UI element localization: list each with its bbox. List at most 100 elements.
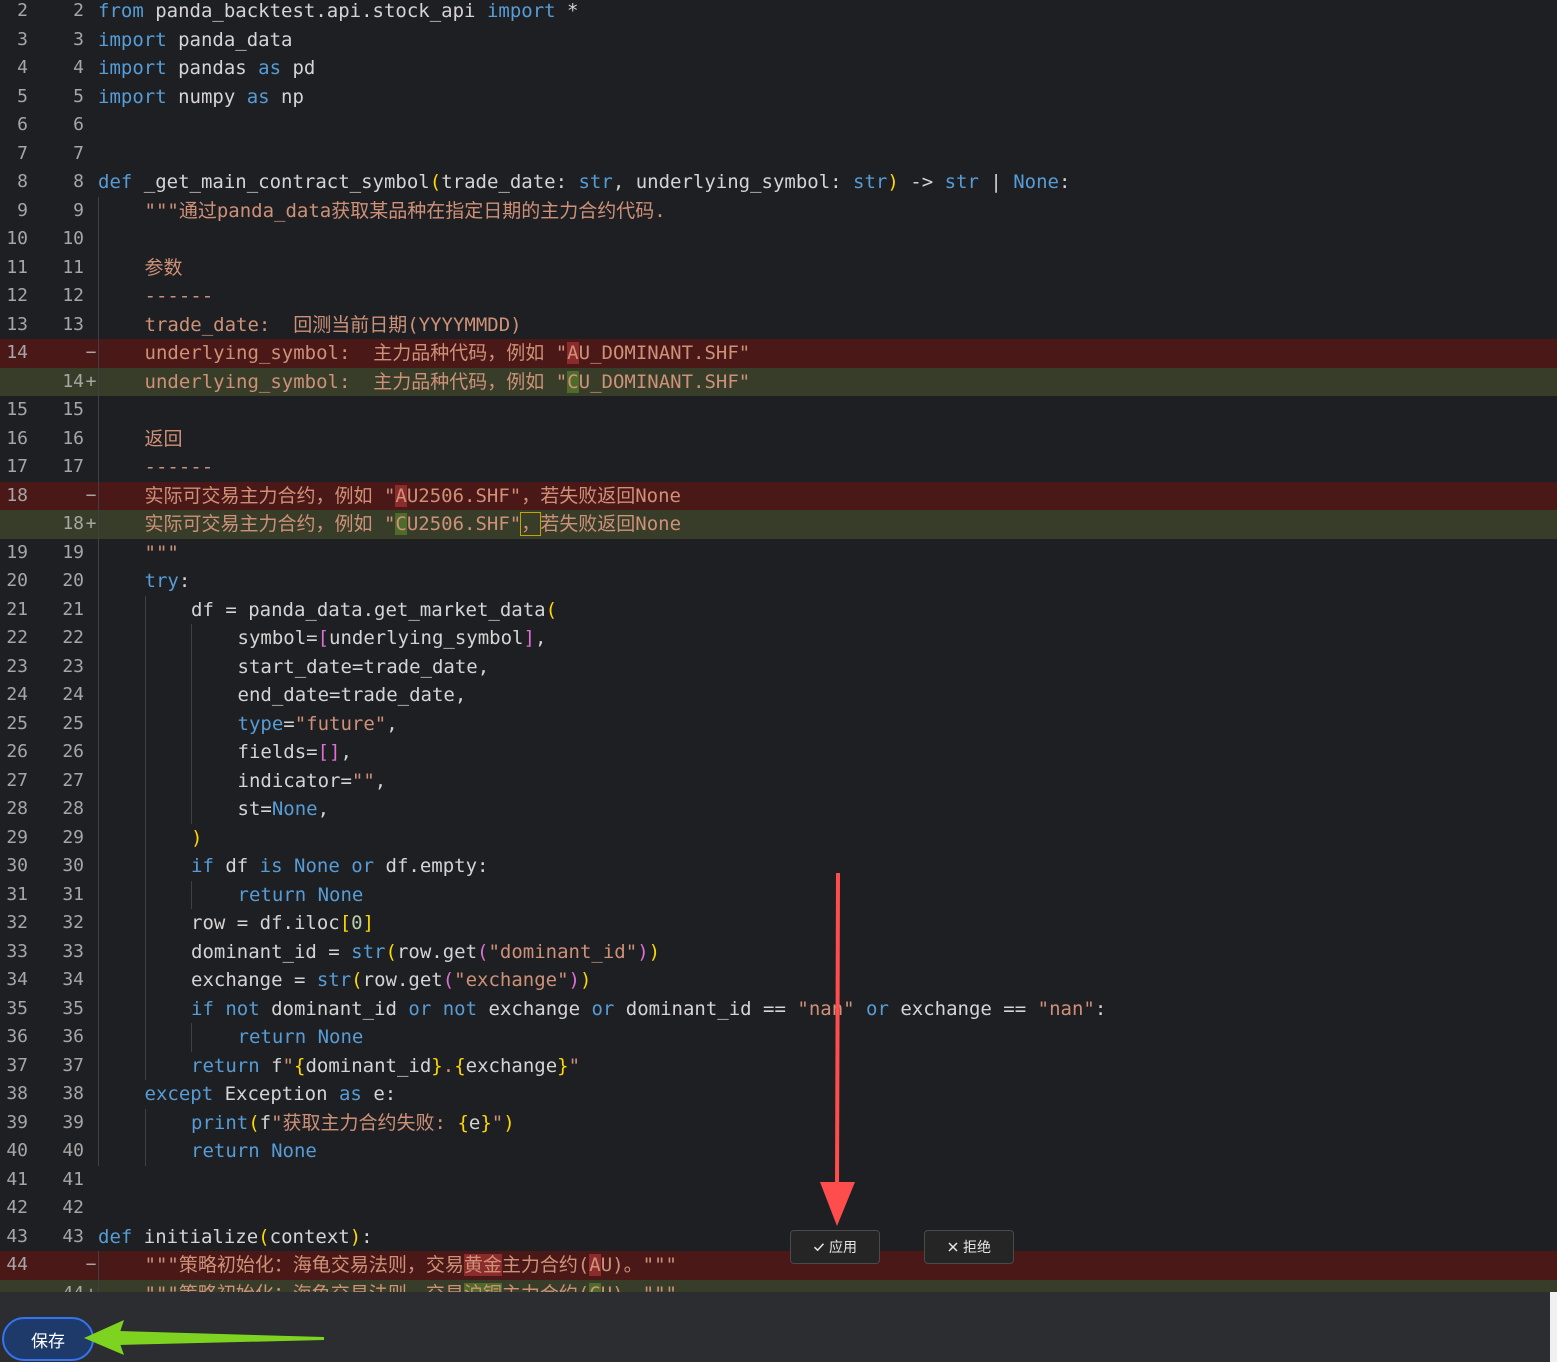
code-token: ) [580, 969, 592, 991]
code-line[interactable]: 13 13 trade_date: 回测当前日期(YYYYMMDD) [0, 310, 1557, 339]
diff-added-line[interactable]: 18 + 实际可交易主力合约，例如 "CU2506.SHF"，若失败返回None [0, 510, 1557, 539]
code-line[interactable]: 41 41 [0, 1166, 1557, 1195]
new-line-number: 28 [62, 798, 84, 819]
code-line[interactable]: 39 39 print(f"获取主力合约失败: {e}") [0, 1108, 1557, 1138]
new-line-number: 24 [62, 684, 84, 705]
new-line-number: 30 [62, 855, 84, 876]
code-token: 沪铜 [463, 1282, 502, 1292]
indent-guide [191, 766, 192, 795]
old-line-number: 44 [6, 1254, 28, 1275]
code-line[interactable]: 2 2 from panda_backtest.api.stock_api impo… [0, 0, 1557, 26]
code-token: * [555, 0, 579, 22]
code-token: st= [237, 798, 272, 820]
diff-marker [84, 1109, 98, 1138]
indent-guide [98, 567, 99, 596]
old-line-number: 25 [6, 712, 28, 734]
code-line[interactable]: 5 5 import numpy as np [0, 83, 1557, 112]
save-button[interactable]: 保存 [2, 1317, 94, 1361]
code-line[interactable]: 9 9 """通过panda_data获取某品种在指定日期的主力合约代码. [0, 196, 1557, 225]
diff-deleted-line[interactable]: 44 − """策略初始化：海龟交易法则，交易黄金主力合约(AU)。""" [0, 1251, 1557, 1280]
code-line[interactable]: 26 26 fields=[], [0, 738, 1557, 767]
code-line[interactable]: 33 33 dominant_id = str(row.get("dominant_… [0, 937, 1557, 966]
code-line[interactable]: 19 19 """ [0, 538, 1557, 567]
code-text: start_date=trade_date, [238, 653, 490, 682]
code-line[interactable]: 31 31 return None [0, 880, 1557, 910]
code-token: None [271, 798, 318, 820]
code-line[interactable]: 40 40 return None [0, 1137, 1557, 1166]
diff-marker [84, 453, 98, 482]
diff-marker [84, 254, 98, 283]
diff-deleted-line[interactable]: 14 − underlying_symbol: 主力品种代码，例如 "AU_DOMI… [0, 339, 1557, 368]
indent-guide [98, 852, 99, 881]
code-line[interactable]: 38 38 except Exception as e: [0, 1080, 1557, 1109]
new-line-number: 22 [62, 627, 84, 648]
new-line-number: 21 [62, 598, 84, 620]
code-line[interactable]: 17 17 ------ [0, 453, 1557, 482]
code-line[interactable]: 12 12 ------ [0, 282, 1557, 311]
code-token: not [225, 997, 260, 1020]
diff-added-line[interactable]: 44+ """策略初始化：海龟交易法则，交易沪铜主力合约(CU)。""" [0, 1279, 1557, 1293]
code-token: ( [442, 969, 455, 991]
code-line[interactable]: 25 25 type="future", [0, 709, 1557, 738]
code-line[interactable]: 20 20 try: [0, 567, 1557, 596]
code-text: """策略初始化：海龟交易法则，交易沪铜主力合约(CU)。""" [145, 1280, 677, 1293]
code-token: f [259, 1111, 272, 1134]
code-text: 参数 [145, 254, 183, 283]
code-line[interactable]: 24 24 end_date=trade_date, [0, 681, 1557, 710]
code-line[interactable]: 27 27 indicator="", [0, 766, 1557, 795]
code-line[interactable]: 4 4 import pandas as pd [0, 54, 1557, 83]
code-line[interactable]: 32 32 row = df.iloc[0] [0, 909, 1557, 938]
code-token: as [246, 85, 270, 108]
old-line-number: 34 [6, 969, 28, 990]
indent-guide [98, 1108, 99, 1137]
code-line[interactable]: 36 36 return None [0, 1023, 1557, 1052]
code-line[interactable]: 22 22 symbol=[underlying_symbol], [0, 624, 1557, 653]
old-line-number: 41 [6, 1168, 28, 1190]
diff-added-line[interactable]: 14 + underlying_symbol: 主力品种代码，例如 "CU_DOMI… [0, 367, 1557, 396]
code-line[interactable]: 66 [0, 111, 1557, 140]
code-line[interactable]: 34 34 exchange = str(row.get("exchange")) [0, 966, 1557, 995]
code-line[interactable]: 28 28 st=None, [0, 795, 1557, 824]
code-line[interactable]: 8 8 def _get_main_contract_symbol(trade_da… [0, 168, 1557, 197]
code-line[interactable]: 37 37 return f"{dominant_id}.{exchange}" [0, 1051, 1557, 1080]
old-line-number: 3 [17, 28, 28, 50]
code-text: import numpy as np [98, 83, 304, 112]
code-token: np [269, 85, 304, 108]
code-line[interactable]: 23 23 start_date=trade_date, [0, 652, 1557, 682]
code-token: indicator= [237, 769, 352, 792]
code-line[interactable]: 35 35 if not dominant_id or not exchange o… [0, 994, 1557, 1023]
code-line[interactable]: 42 42 [0, 1194, 1557, 1223]
code-line[interactable]: 15 15 [0, 396, 1557, 425]
code-diff-editor[interactable]: 2 2 from panda_backtest.api.stock_api impo… [0, 0, 1557, 1292]
code-text: underlying_symbol: 主力品种代码，例如 "AU_DOMINAN… [145, 339, 750, 368]
code-line[interactable]: 10 10 [0, 225, 1557, 254]
new-line-number [40, 1251, 84, 1280]
code-line[interactable]: 16 16 返回 [0, 424, 1557, 453]
code-line[interactable]: 77 [0, 140, 1557, 169]
code-line[interactable]: 11 11 参数 [0, 253, 1557, 283]
apply-button[interactable]: 应用 [790, 1230, 880, 1264]
code-line[interactable]: 43 43 def initialize(context): [0, 1223, 1557, 1252]
code-line[interactable]: 30 30 if df is None or df.empty: [0, 852, 1557, 881]
code-token: 0 [351, 912, 363, 934]
diff-deleted-line[interactable]: 18 − 实际可交易主力合约，例如 "AU2506.SHF"，若失败返回None [0, 481, 1557, 510]
close-icon [948, 1242, 958, 1252]
code-token: context [269, 1225, 350, 1248]
new-line-number: 31 [62, 883, 84, 905]
code-token: try [144, 570, 179, 592]
code-token: { [457, 1111, 469, 1134]
indent-guide [98, 253, 99, 282]
code-line[interactable]: 3 3 import panda_data [0, 26, 1557, 55]
code-line[interactable]: 21 21 df = panda_data.get_market_data( [0, 595, 1557, 624]
old-line-number: 14 [6, 342, 28, 363]
old-line-number: 42 [6, 1197, 28, 1218]
new-line-number: 38 [62, 1083, 84, 1104]
code-line[interactable]: 29 29) [0, 823, 1557, 852]
code-token: 主力合约( [502, 1283, 589, 1293]
reject-button[interactable]: 拒绝 [924, 1230, 1014, 1264]
diff-marker [84, 881, 98, 910]
old-line-number: 37 [6, 1054, 28, 1076]
code-token: except [144, 1083, 214, 1105]
code-token: panda_backtest.api.stock_api [143, 0, 487, 22]
code-token: , [386, 712, 398, 735]
